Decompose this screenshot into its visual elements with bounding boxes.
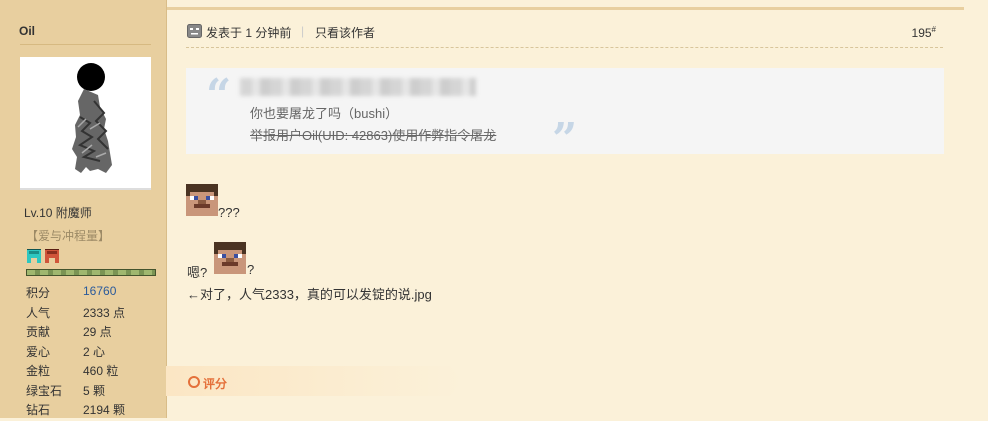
rate-button[interactable]: 评分	[203, 375, 227, 392]
stat-row-points: 积分 16760	[26, 284, 117, 300]
stat-row-popularity: 人气 2333 点	[26, 305, 126, 320]
diamond-helmet-icon	[27, 249, 41, 263]
stat-row-love: 爱心 2 心	[26, 344, 106, 359]
quote-line-1: 你也要屠龙了吗（bushi）	[250, 106, 399, 121]
stat-row-gold: 金粒 460 粒	[26, 364, 119, 378]
post-time: 发表于 1 分钟前	[206, 26, 292, 40]
avatar-image	[72, 63, 112, 173]
username[interactable]: Oil	[19, 24, 35, 38]
header-separator: |	[301, 24, 305, 38]
rate-circle-icon	[188, 376, 200, 388]
offline-status-icon	[187, 24, 202, 38]
blurred-quote-author	[240, 78, 476, 96]
floor-number[interactable]: 195#	[912, 25, 936, 40]
quote-line-2: 举报用户Oil(UID: 42863)使用作弊指令屠龙	[250, 128, 497, 143]
quote-close-icon: ”	[552, 114, 578, 165]
medals	[26, 247, 62, 263]
quote-open-icon: “	[206, 70, 232, 121]
stat-row-emerald: 绿宝石 5 颗	[26, 383, 106, 398]
user-sidebar: Oil Lv.10 附魔师 【爱与冲程量】 积分 16760 人气 2333 点…	[0, 0, 167, 418]
body-line-2-suffix: ?	[247, 262, 255, 277]
steve-face-emoji-icon	[186, 184, 218, 216]
avatar[interactable]	[20, 57, 151, 190]
steve-face-emoji-icon	[214, 242, 246, 274]
author-only-link[interactable]: 只看该作者	[315, 24, 375, 41]
stat-row-contribution: 贡献 29 点	[26, 325, 112, 339]
level-progress-bar	[26, 269, 156, 276]
body-line-1: ???	[218, 205, 240, 220]
body-line-3: ←对了，人气2333，真的可以发锭的说.jpg	[187, 287, 432, 302]
body-line-2-prefix: 嗯?	[187, 265, 208, 280]
user-level: Lv.10 附魔师	[24, 206, 92, 220]
sidebar-divider	[20, 44, 151, 45]
leather-helmet-icon	[45, 249, 59, 263]
quote-block: “ 你也要屠龙了吗（bushi） 举报用户Oil(UID: 42863)使用作弊…	[186, 68, 944, 165]
user-group: 【爱与冲程量】	[26, 229, 111, 243]
post-header: 发表于 1 分钟前 | 只看该作者 195#	[186, 22, 943, 48]
post-top-border	[166, 7, 964, 10]
user-stats: 积分 16760 人气 2333 点 贡献 29 点 爱心 2 心 金粒 460 粒 绿宝…	[26, 284, 125, 421]
